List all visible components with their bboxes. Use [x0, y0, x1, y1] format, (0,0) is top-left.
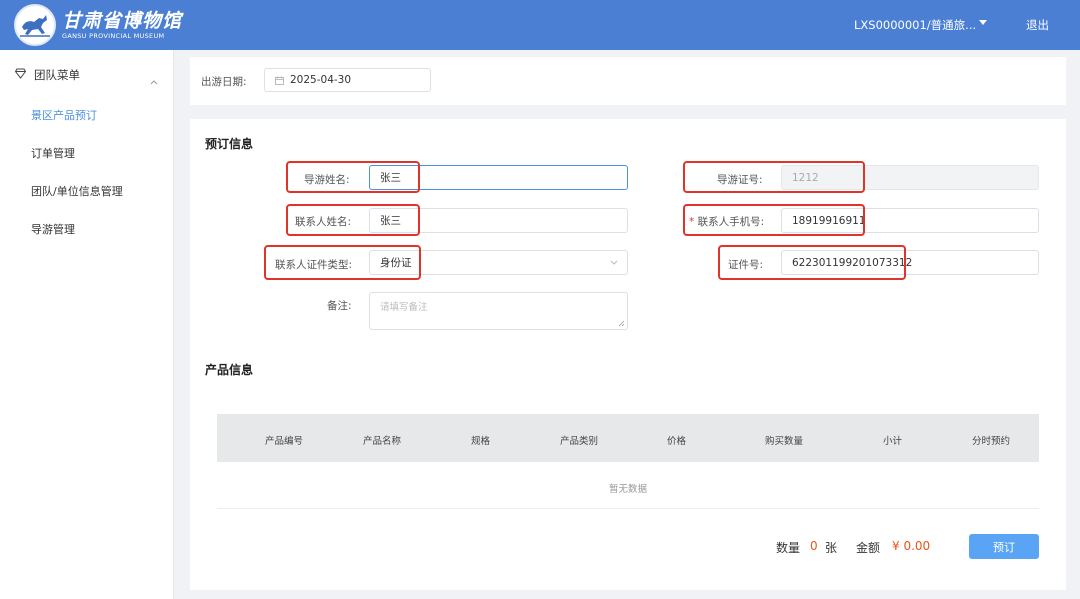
column-price: 价格 [667, 436, 687, 447]
calendar-icon [275, 76, 284, 85]
museum-logo[interactable]: 甘肃省博物馆 GANSU PROVINCIAL MUSEUM [14, 4, 182, 46]
remark-label: 备注: [327, 300, 352, 312]
horse-emblem-icon [14, 4, 56, 46]
travel-date-label: 出游日期: [201, 76, 247, 88]
column-spec: 规格 [471, 436, 491, 447]
logout-link[interactable]: 退出 [1026, 17, 1049, 33]
empty-table-text: 暂无数据 [609, 484, 648, 495]
amount-value: ¥ 0.00 [892, 539, 931, 553]
column-category: 产品类别 [560, 436, 599, 447]
quantity-unit: 张 [825, 541, 838, 555]
museum-name: 甘肃省博物馆 [62, 9, 183, 32]
column-subtotal: 小计 [883, 436, 903, 447]
column-product-code: 产品编号 [265, 436, 304, 447]
booking-section-title: 预订信息 [205, 137, 254, 151]
quantity-value: 0 [810, 539, 818, 553]
contact-phone-highlight [683, 204, 865, 236]
sidebar-item-scenic-booking[interactable]: 景区产品预订 [31, 107, 97, 123]
guide-cert-highlight [683, 161, 865, 193]
product-section-title: 产品信息 [205, 363, 254, 377]
amount-label: 金额 [856, 541, 881, 555]
chevron-down-icon[interactable] [979, 20, 987, 25]
chevron-up-icon[interactable] [150, 70, 158, 89]
diamond-icon [14, 68, 27, 82]
contact-name-highlight [286, 204, 420, 236]
column-product-name: 产品名称 [363, 436, 402, 447]
column-quantity: 购买数量 [765, 436, 804, 447]
column-time-slot: 分时预约 [972, 436, 1011, 447]
sidebar-item-orders[interactable]: 订单管理 [31, 145, 75, 161]
id-number-highlight [718, 245, 906, 280]
book-button[interactable]: 预订 [969, 534, 1039, 559]
product-table-header [217, 414, 1039, 462]
sidebar-group-label: 团队菜单 [34, 68, 80, 82]
sidebar-item-team-info[interactable]: 团队/单位信息管理 [31, 183, 123, 199]
remark-textarea[interactable]: 请填写备注 [369, 292, 628, 330]
sidebar-group-team-menu[interactable]: 团队菜单 [14, 67, 80, 83]
travel-date-value: 2025-04-30 [290, 74, 352, 86]
remark-placeholder: 请填写备注 [380, 302, 428, 313]
resize-handle-icon[interactable] [618, 320, 625, 327]
table-divider [217, 508, 1039, 509]
sidebar-item-guides[interactable]: 导游管理 [31, 221, 75, 237]
travel-date-picker[interactable]: 2025-04-30 [264, 68, 431, 92]
guide-name-highlight [286, 161, 420, 193]
top-bar: 甘肃省博物馆 GANSU PROVINCIAL MUSEUM LXS000000… [0, 0, 1080, 50]
sidebar: 团队菜单 景区产品预订 订单管理 团队/单位信息管理 导游管理 [0, 50, 174, 599]
quantity-label: 数量 [776, 541, 801, 555]
id-type-highlight [264, 245, 421, 280]
chevron-down-icon [610, 260, 618, 266]
user-account-menu[interactable]: LXS0000001/普通旅... [854, 17, 976, 33]
museum-name-en: GANSU PROVINCIAL MUSEUM [62, 31, 165, 40]
